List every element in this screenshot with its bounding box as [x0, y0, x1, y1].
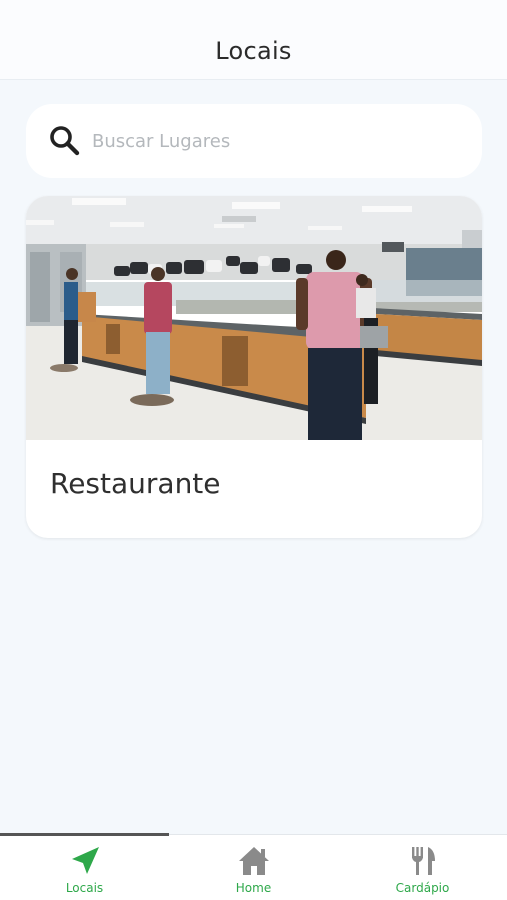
fork-knife-icon: [411, 847, 435, 875]
navigation-arrow-icon: [71, 847, 99, 874]
tab-label-cardapio: Cardápio: [395, 881, 450, 895]
tab-locais[interactable]: Locais: [0, 835, 169, 900]
app-screen: Locais Buscar Lugares Restaurante Locais…: [0, 0, 507, 900]
place-card-restaurante[interactable]: Restaurante: [26, 196, 482, 538]
restaurant-photo: [26, 196, 482, 440]
home-icon: [238, 847, 269, 875]
place-name: Restaurante: [50, 467, 221, 500]
bottom-tab-bar: Locais Home Cardápio: [0, 833, 507, 900]
tab-home[interactable]: Home: [169, 835, 338, 900]
tab-label-home: Home: [235, 881, 272, 895]
header: Locais: [0, 0, 507, 80]
tab-label-locais: Locais: [65, 881, 104, 895]
search-bar[interactable]: [26, 104, 482, 178]
search-input[interactable]: [92, 124, 462, 158]
page-title: Locais: [215, 37, 292, 65]
tab-cardapio[interactable]: Cardápio: [338, 835, 507, 900]
search-icon[interactable]: [48, 124, 82, 158]
